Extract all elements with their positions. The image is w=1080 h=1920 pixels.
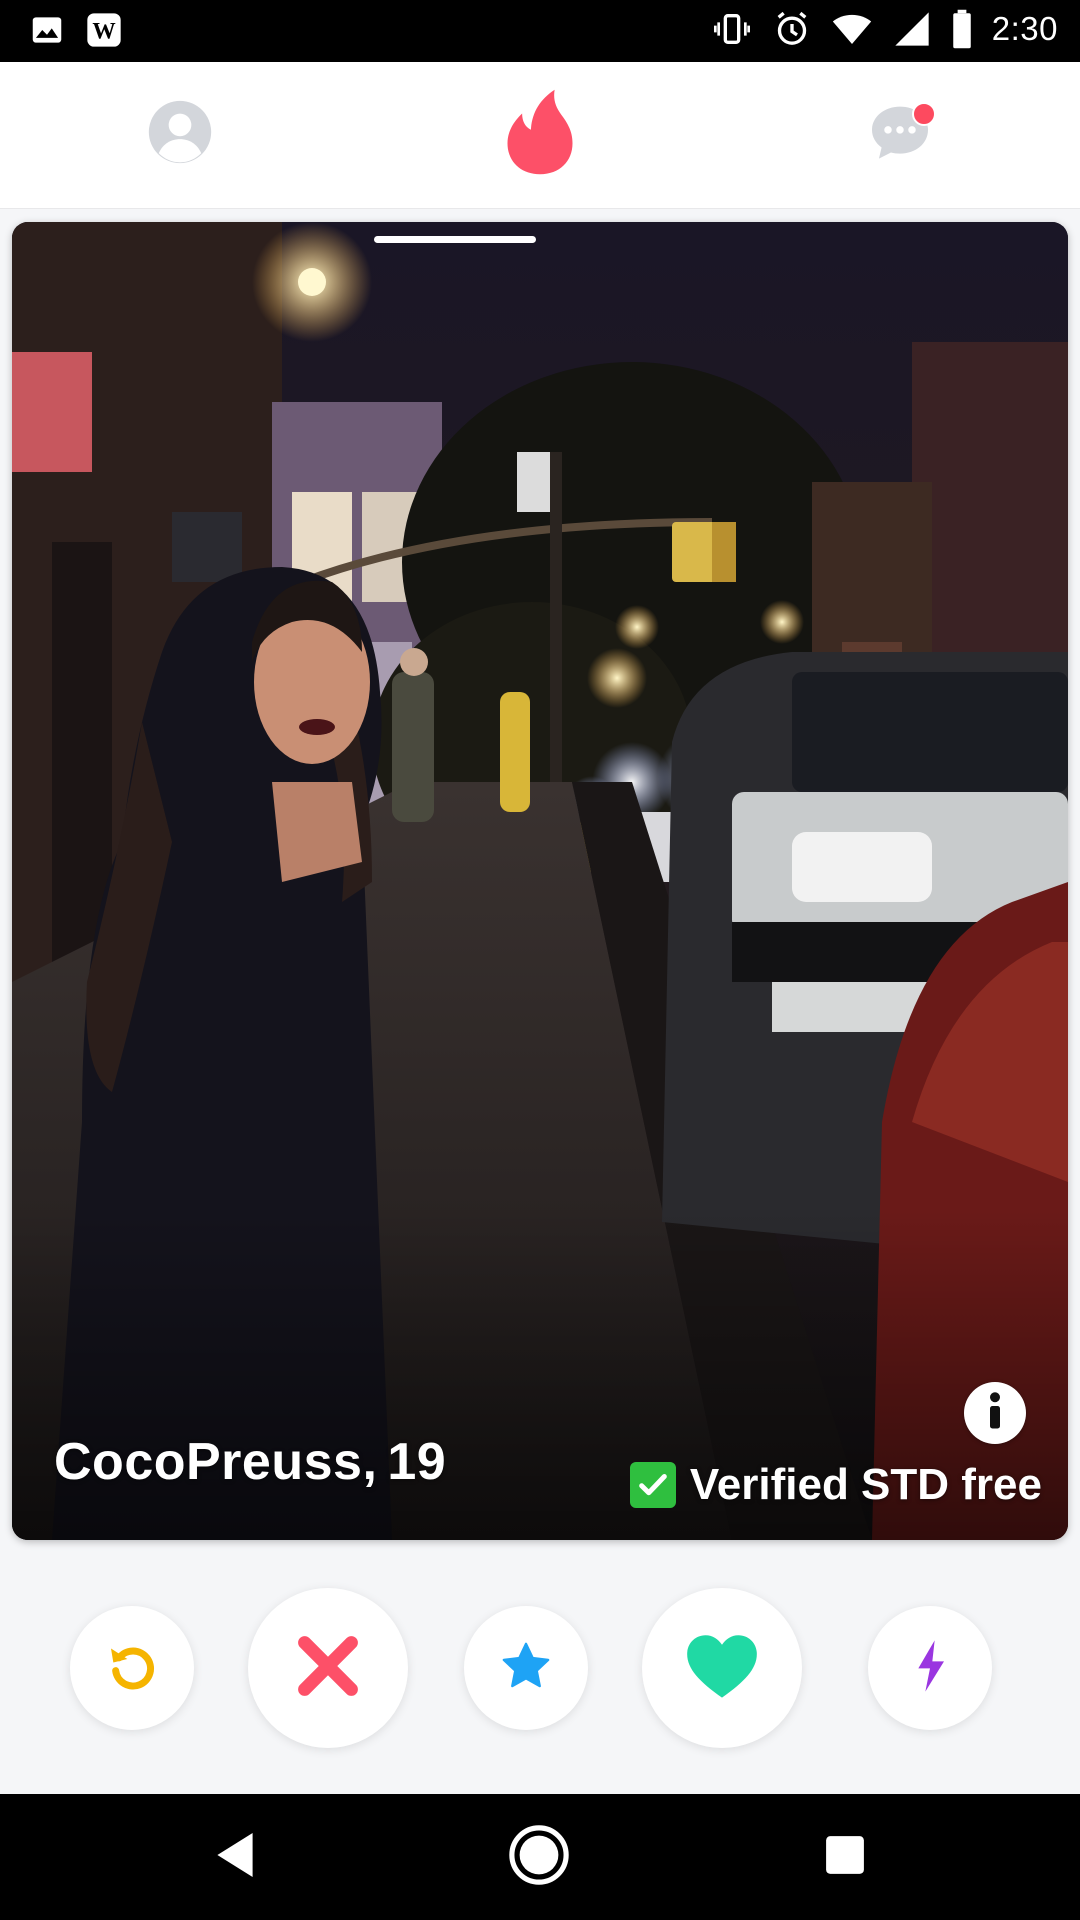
svg-text:W: W — [92, 18, 115, 44]
notification-dot — [912, 102, 936, 126]
alarm-icon — [772, 9, 812, 49]
wikipedia-icon: W — [84, 10, 124, 50]
profile-age: 19 — [387, 1433, 447, 1491]
like-button[interactable] — [642, 1588, 802, 1748]
profile-tab[interactable] — [130, 84, 230, 184]
verified-badge: Verified STD free — [629, 1460, 1042, 1510]
recents-button[interactable] — [810, 1822, 880, 1892]
profile-name-age: CocoPreuss, 19 — [54, 1432, 446, 1492]
info-button[interactable] — [964, 1382, 1026, 1444]
person-icon — [146, 98, 214, 171]
discover-tab[interactable] — [490, 84, 590, 184]
home-button[interactable] — [504, 1822, 574, 1892]
verified-label: Verified STD free — [689, 1460, 1042, 1509]
recents-icon — [824, 1834, 866, 1881]
star-icon — [498, 1638, 554, 1699]
battery-icon — [950, 8, 974, 50]
photo-page-indicator — [374, 236, 536, 243]
action-bar — [0, 1588, 1080, 1748]
messages-tab[interactable] — [850, 84, 950, 184]
wifi-icon — [830, 9, 874, 49]
boost-button[interactable] — [868, 1606, 992, 1730]
super-like-button[interactable] — [464, 1606, 588, 1730]
vibrate-icon — [710, 9, 754, 49]
profile-name: CocoPreuss, — [54, 1433, 378, 1491]
clock-time: 2:30 — [991, 10, 1058, 47]
info-icon — [979, 1391, 1011, 1436]
profile-card[interactable]: CocoPreuss, 19 Verified STD free — [12, 222, 1068, 1540]
rewind-icon — [104, 1638, 160, 1699]
signal-icon — [892, 9, 932, 49]
system-navigation-bar — [0, 1794, 1080, 1920]
image-icon — [28, 11, 66, 49]
nope-button[interactable] — [248, 1588, 408, 1748]
home-icon — [508, 1824, 570, 1891]
back-icon — [213, 1830, 257, 1885]
heart-icon — [684, 1631, 760, 1706]
back-button[interactable] — [200, 1822, 270, 1892]
status-bar: W 2:30 — [0, 0, 1080, 62]
check-mark-icon — [629, 1462, 676, 1508]
close-icon — [293, 1631, 363, 1706]
top-navigation — [0, 62, 1080, 209]
rewind-button[interactable] — [70, 1606, 194, 1730]
bolt-icon — [907, 1638, 953, 1699]
flame-icon — [501, 86, 579, 183]
